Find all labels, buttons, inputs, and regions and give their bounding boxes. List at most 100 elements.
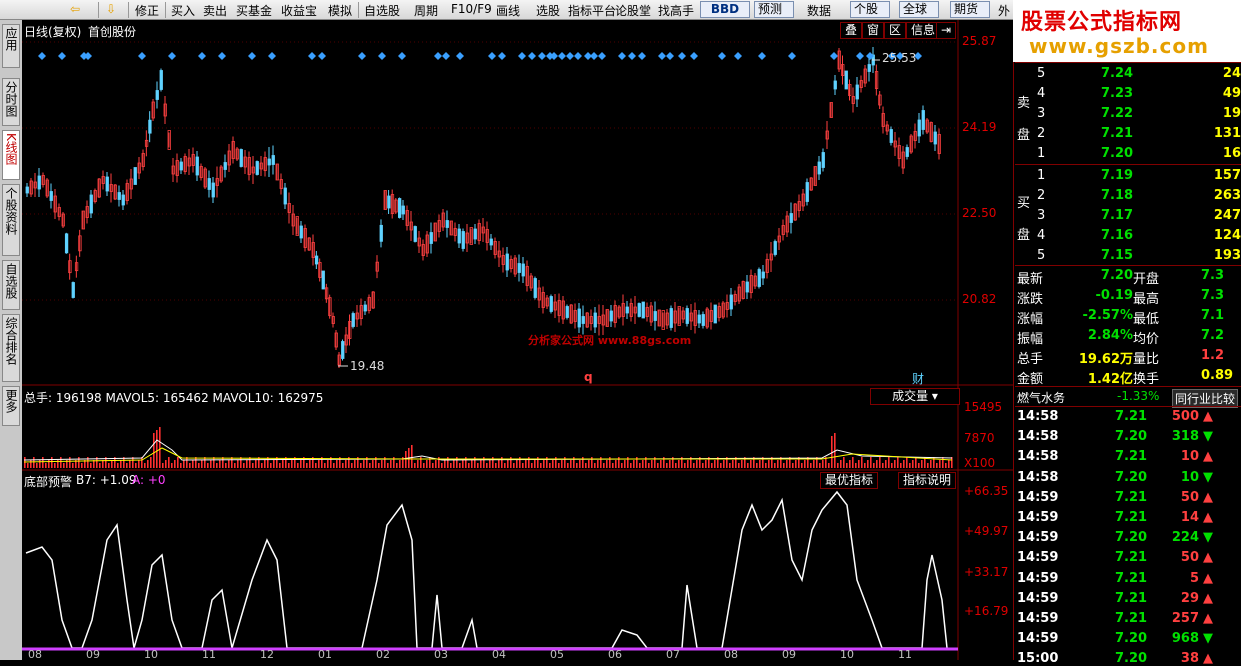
candle-down bbox=[267, 158, 271, 166]
toolbar-yield-button[interactable]: 收益宝 bbox=[281, 2, 317, 19]
toolbar-period-button[interactable]: 周期 bbox=[414, 2, 438, 19]
volume-bar bbox=[291, 460, 293, 468]
volume-bar bbox=[543, 460, 545, 468]
volume-bar bbox=[879, 457, 881, 468]
candle-down bbox=[773, 241, 777, 255]
toolbar-forum-button[interactable]: 论股堂 bbox=[615, 2, 651, 19]
candle-down bbox=[148, 119, 152, 134]
bid-price[interactable]: 7.19 bbox=[1101, 168, 1133, 183]
volume-bar bbox=[597, 460, 599, 468]
toolbar-futures-dropdown[interactable]: 期货 bbox=[950, 1, 990, 18]
sidebar-tab-more[interactable]: 更多 bbox=[2, 386, 20, 426]
up-arrow-icon: ▲ bbox=[1203, 510, 1213, 525]
ask-price[interactable]: 7.24 bbox=[1101, 66, 1133, 81]
candle-down bbox=[489, 238, 493, 246]
toolbar-bbd-button[interactable]: BBD bbox=[700, 1, 750, 18]
bid-price[interactable]: 7.16 bbox=[1101, 228, 1133, 243]
volume-bar bbox=[603, 463, 605, 468]
ask-price[interactable]: 7.22 bbox=[1101, 106, 1133, 121]
stat-label: 涨跌 bbox=[1017, 292, 1044, 307]
stat-label: 最低 bbox=[1133, 312, 1160, 327]
sidebar-tab-watchlist[interactable]: 自选股 bbox=[2, 260, 20, 310]
toolbar-buy-fund-button[interactable]: 买基金 bbox=[236, 2, 272, 19]
volume-bar bbox=[468, 463, 470, 468]
volume-bar bbox=[912, 460, 914, 468]
volume-bar bbox=[888, 457, 890, 468]
candle-down bbox=[867, 64, 871, 72]
ask-price[interactable]: 7.23 bbox=[1101, 86, 1133, 101]
sidebar-tab-ranking[interactable]: 综合排名 bbox=[2, 314, 20, 382]
stat-label: 涨幅 bbox=[1017, 312, 1044, 327]
tick-time: 14:58 bbox=[1017, 409, 1059, 424]
chart-canvas[interactable] bbox=[22, 20, 1014, 660]
sidebar-tab-app[interactable]: 应用 bbox=[2, 24, 20, 68]
ask-price[interactable]: 7.20 bbox=[1101, 146, 1133, 161]
tick-time: 14:59 bbox=[1017, 489, 1059, 505]
stat-value: 2.84% bbox=[1087, 328, 1133, 343]
sector-name[interactable]: 燃气水务 bbox=[1017, 389, 1065, 406]
candle-down bbox=[653, 311, 657, 321]
volume-bar bbox=[486, 463, 488, 468]
toolbar-global-dropdown[interactable]: 全球 bbox=[899, 1, 939, 18]
candle-down bbox=[105, 176, 109, 192]
volume-bar bbox=[903, 460, 905, 468]
volume-bar bbox=[174, 460, 176, 468]
signal-diamond bbox=[658, 52, 666, 60]
toolbar-watchlist-button[interactable]: 自选股 bbox=[364, 2, 400, 19]
toolbar-simulate-button[interactable]: 模拟 bbox=[328, 2, 352, 19]
toolbar-more-button[interactable]: 外 bbox=[998, 2, 1010, 19]
toolbar-stock-dropdown[interactable]: 个股 bbox=[850, 1, 890, 18]
signal-diamond bbox=[358, 52, 366, 60]
tick-volume: 224 bbox=[1171, 530, 1199, 546]
volume-bar bbox=[786, 460, 788, 468]
toolbar-expert-button[interactable]: 找高手 bbox=[658, 2, 694, 19]
volume-bar bbox=[927, 463, 929, 468]
sidebar-tab-kline[interactable]: K线图 bbox=[2, 130, 20, 180]
volume-bar bbox=[666, 463, 668, 468]
volume-bar bbox=[432, 463, 434, 468]
volume-bar bbox=[948, 460, 950, 468]
buy-label: 买 bbox=[1017, 196, 1031, 211]
toolbar-data-button[interactable]: 数据 bbox=[807, 2, 831, 19]
volume-bar bbox=[24, 457, 26, 468]
month-tick-label: 08 bbox=[724, 648, 738, 661]
volume-bar bbox=[522, 463, 524, 468]
ask-price[interactable]: 7.21 bbox=[1101, 126, 1133, 141]
volume-bar bbox=[99, 463, 101, 468]
toolbar-edit-button[interactable]: 修正 bbox=[135, 2, 159, 19]
toolbar-f10-button[interactable]: F10/F9 bbox=[451, 2, 492, 16]
volume-bar bbox=[495, 463, 497, 468]
stat-label: 最新 bbox=[1017, 272, 1044, 287]
volume-bar bbox=[282, 460, 284, 468]
sidebar-tab-stock-info[interactable]: 个股资料 bbox=[2, 184, 20, 256]
toolbar-buy-button[interactable]: 买入 bbox=[171, 2, 195, 19]
stat-label: 最高 bbox=[1133, 292, 1160, 307]
toolbar-draw-button[interactable]: 画线 bbox=[496, 2, 520, 19]
toolbar-indicator-platform-button[interactable]: 指标平台 bbox=[568, 2, 616, 19]
toolbar-forecast-dropdown[interactable]: 预测 bbox=[754, 1, 794, 18]
stat-value: 1.42亿 bbox=[1087, 372, 1133, 387]
best-indicator-button[interactable]: 最优指标 bbox=[820, 472, 879, 489]
volume-bar bbox=[930, 460, 932, 468]
bid-price[interactable]: 7.18 bbox=[1101, 188, 1133, 203]
volume-select[interactable]: 成交量 ▾ bbox=[870, 388, 960, 405]
bid-price[interactable]: 7.15 bbox=[1101, 248, 1133, 263]
volume-bar bbox=[45, 463, 47, 468]
volume-bar bbox=[792, 463, 794, 468]
volume-bar bbox=[732, 460, 734, 468]
back-arrow-icon[interactable]: ⇦ bbox=[70, 2, 80, 16]
sidebar-tab-timeshare[interactable]: 分时图 bbox=[2, 78, 20, 126]
down-arrow-icon: ▼ bbox=[1203, 530, 1213, 546]
toolbar-select-stock-button[interactable]: 选股 bbox=[536, 2, 560, 19]
indicator-help-button[interactable]: 指标说明 bbox=[898, 472, 957, 489]
toolbar-sell-button[interactable]: 卖出 bbox=[203, 2, 227, 19]
up-arrow-icon: ▲ bbox=[1203, 590, 1213, 606]
stat-value: 7.1 bbox=[1201, 308, 1225, 323]
volume-bar bbox=[435, 460, 437, 468]
bid-price[interactable]: 7.17 bbox=[1101, 208, 1133, 223]
volume-bar bbox=[441, 463, 443, 468]
down-arrow-icon[interactable]: ⇩ bbox=[106, 2, 116, 16]
volume-bar bbox=[498, 460, 500, 468]
down-arrow-icon: ▼ bbox=[1203, 429, 1213, 445]
signal-diamond bbox=[590, 52, 598, 60]
